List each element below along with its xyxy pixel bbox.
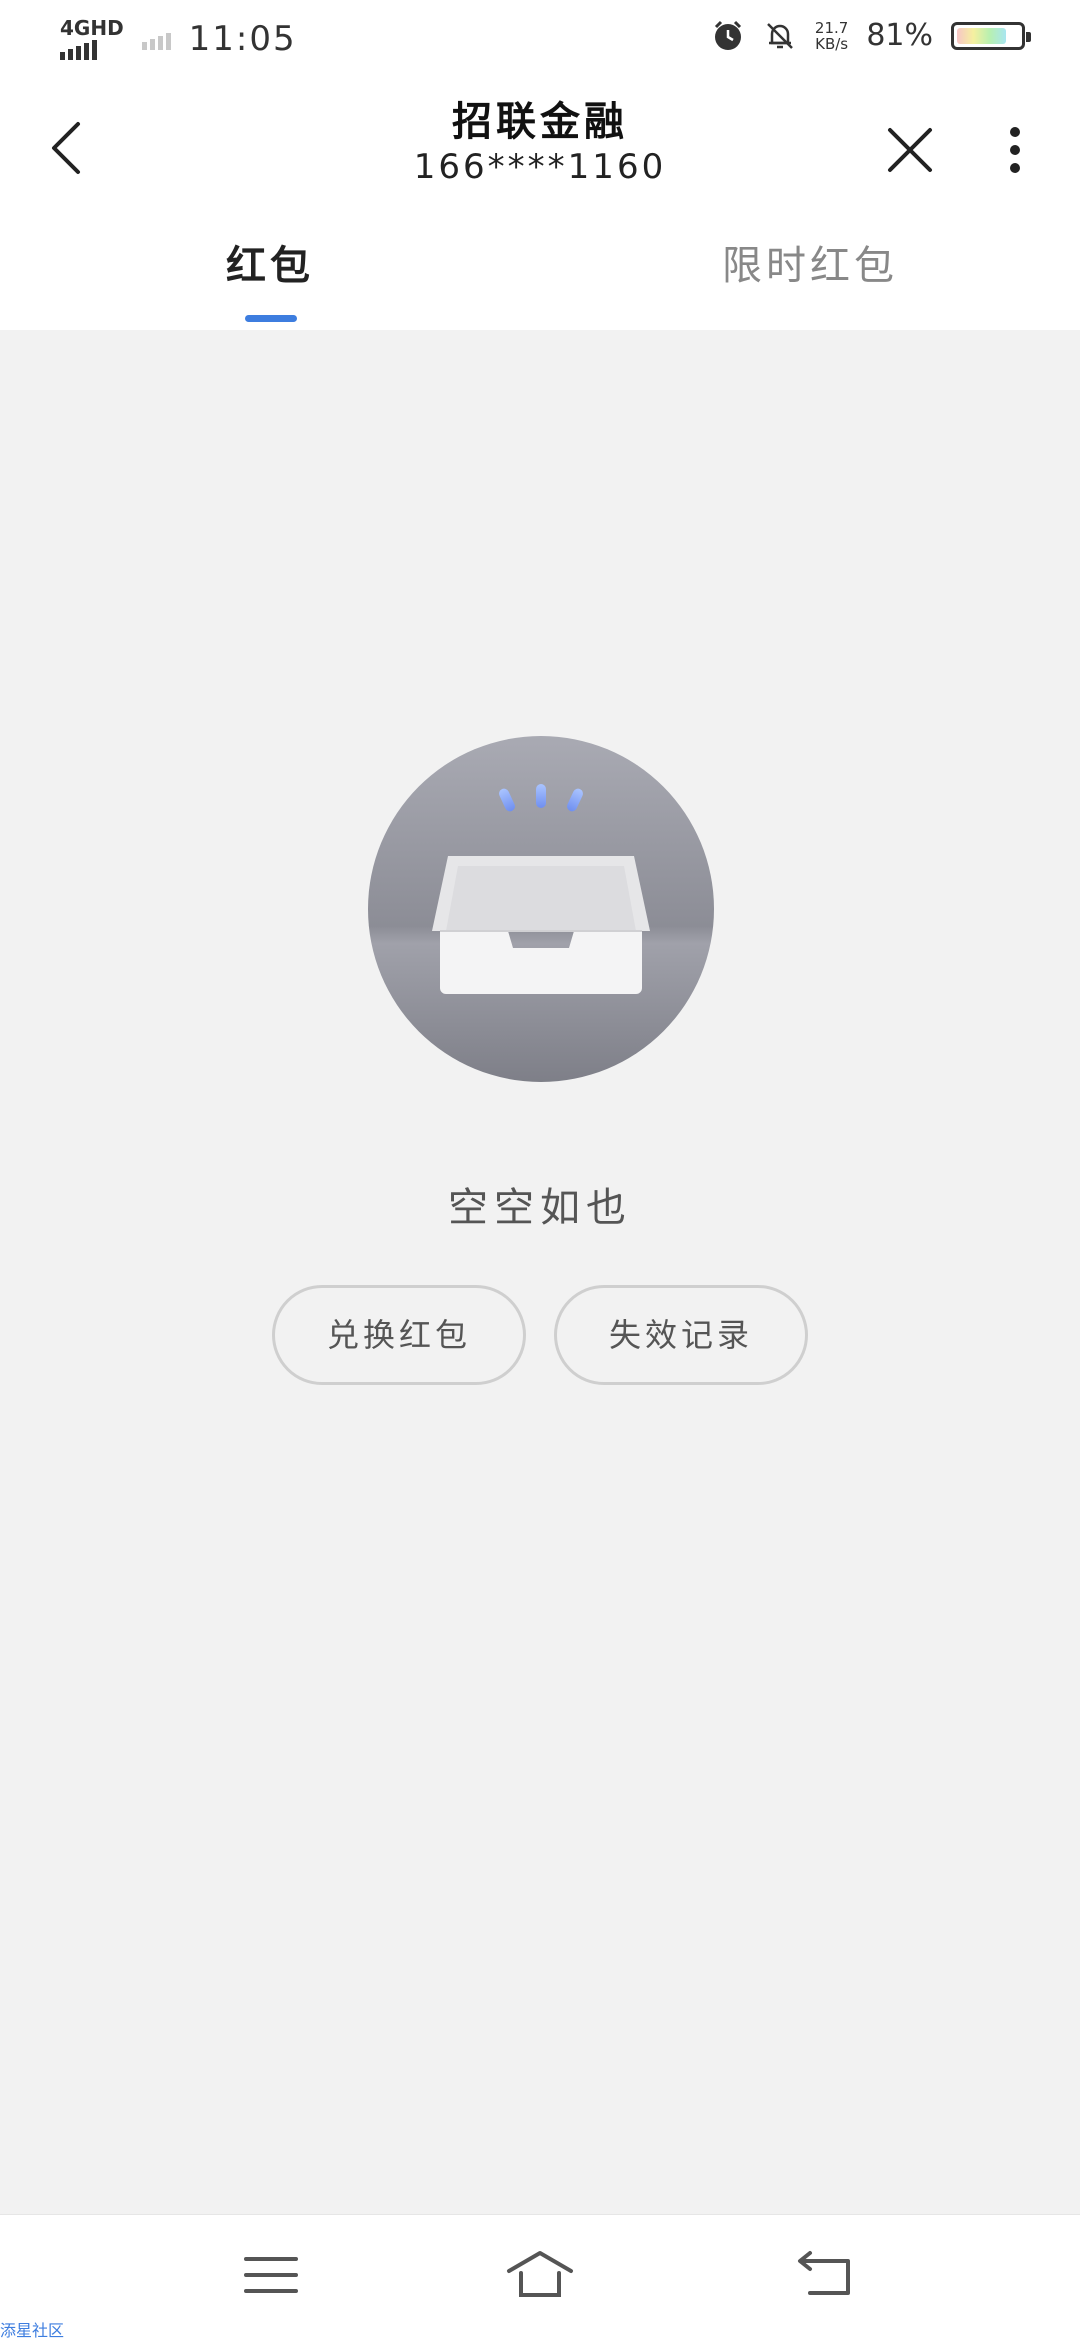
alarm-icon: [714, 20, 741, 50]
network-speed: 21.7 KB/s: [815, 20, 848, 52]
tab-red-packet[interactable]: 红包: [200, 236, 340, 326]
expired-records-button[interactable]: 失效记录: [554, 1285, 808, 1385]
tab-label: 限时红包: [722, 243, 898, 289]
redeem-red-packet-button[interactable]: 兑换红包: [272, 1285, 526, 1385]
close-button[interactable]: [880, 110, 940, 190]
menu-icon: [244, 2257, 298, 2293]
tab-bar: 红包 限时红包: [0, 220, 1080, 330]
speed-value: 21.7: [814, 18, 849, 37]
home-icon: [507, 2251, 573, 2297]
network-type: 4GHD: [60, 18, 124, 60]
status-bar: 4GHD 11:05 21.7 KB/s 81%: [0, 0, 1080, 80]
back-nav-button[interactable]: [790, 2245, 860, 2305]
battery-fill: [957, 27, 1007, 44]
battery-icon: [951, 21, 1031, 50]
system-nav-bar: 添星社区: [0, 2214, 1080, 2341]
status-right: 21.7 KB/s 81%: [711, 18, 1031, 53]
secondary-signal-icon: [141, 28, 171, 50]
menu-button[interactable]: [236, 2245, 306, 2305]
status-left: 4GHD 11:05: [60, 18, 297, 60]
watermark: 添星社区: [0, 2321, 65, 2340]
home-button[interactable]: [505, 2245, 575, 2305]
more-vertical-icon: [1010, 127, 1020, 173]
clock: 11:05: [188, 19, 297, 59]
signal-strength-icon: [60, 38, 97, 60]
active-tab-indicator: [245, 315, 297, 322]
title-bar: 招联金融 166****1160: [0, 80, 1080, 220]
tab-label: 红包: [226, 243, 314, 289]
mute-notifications-icon: [767, 22, 793, 49]
network-label: 4GHD: [60, 16, 124, 40]
close-icon: [888, 128, 932, 172]
empty-inbox-icon: [368, 736, 714, 1082]
empty-state-message: 空空如也: [448, 1185, 632, 1231]
more-options-button[interactable]: [995, 110, 1035, 190]
return-icon: [798, 2251, 850, 2295]
speed-unit: KB/s: [815, 34, 849, 53]
tab-limited-red-packet[interactable]: 限时红包: [700, 236, 920, 326]
battery-percentage: 81%: [866, 18, 933, 53]
